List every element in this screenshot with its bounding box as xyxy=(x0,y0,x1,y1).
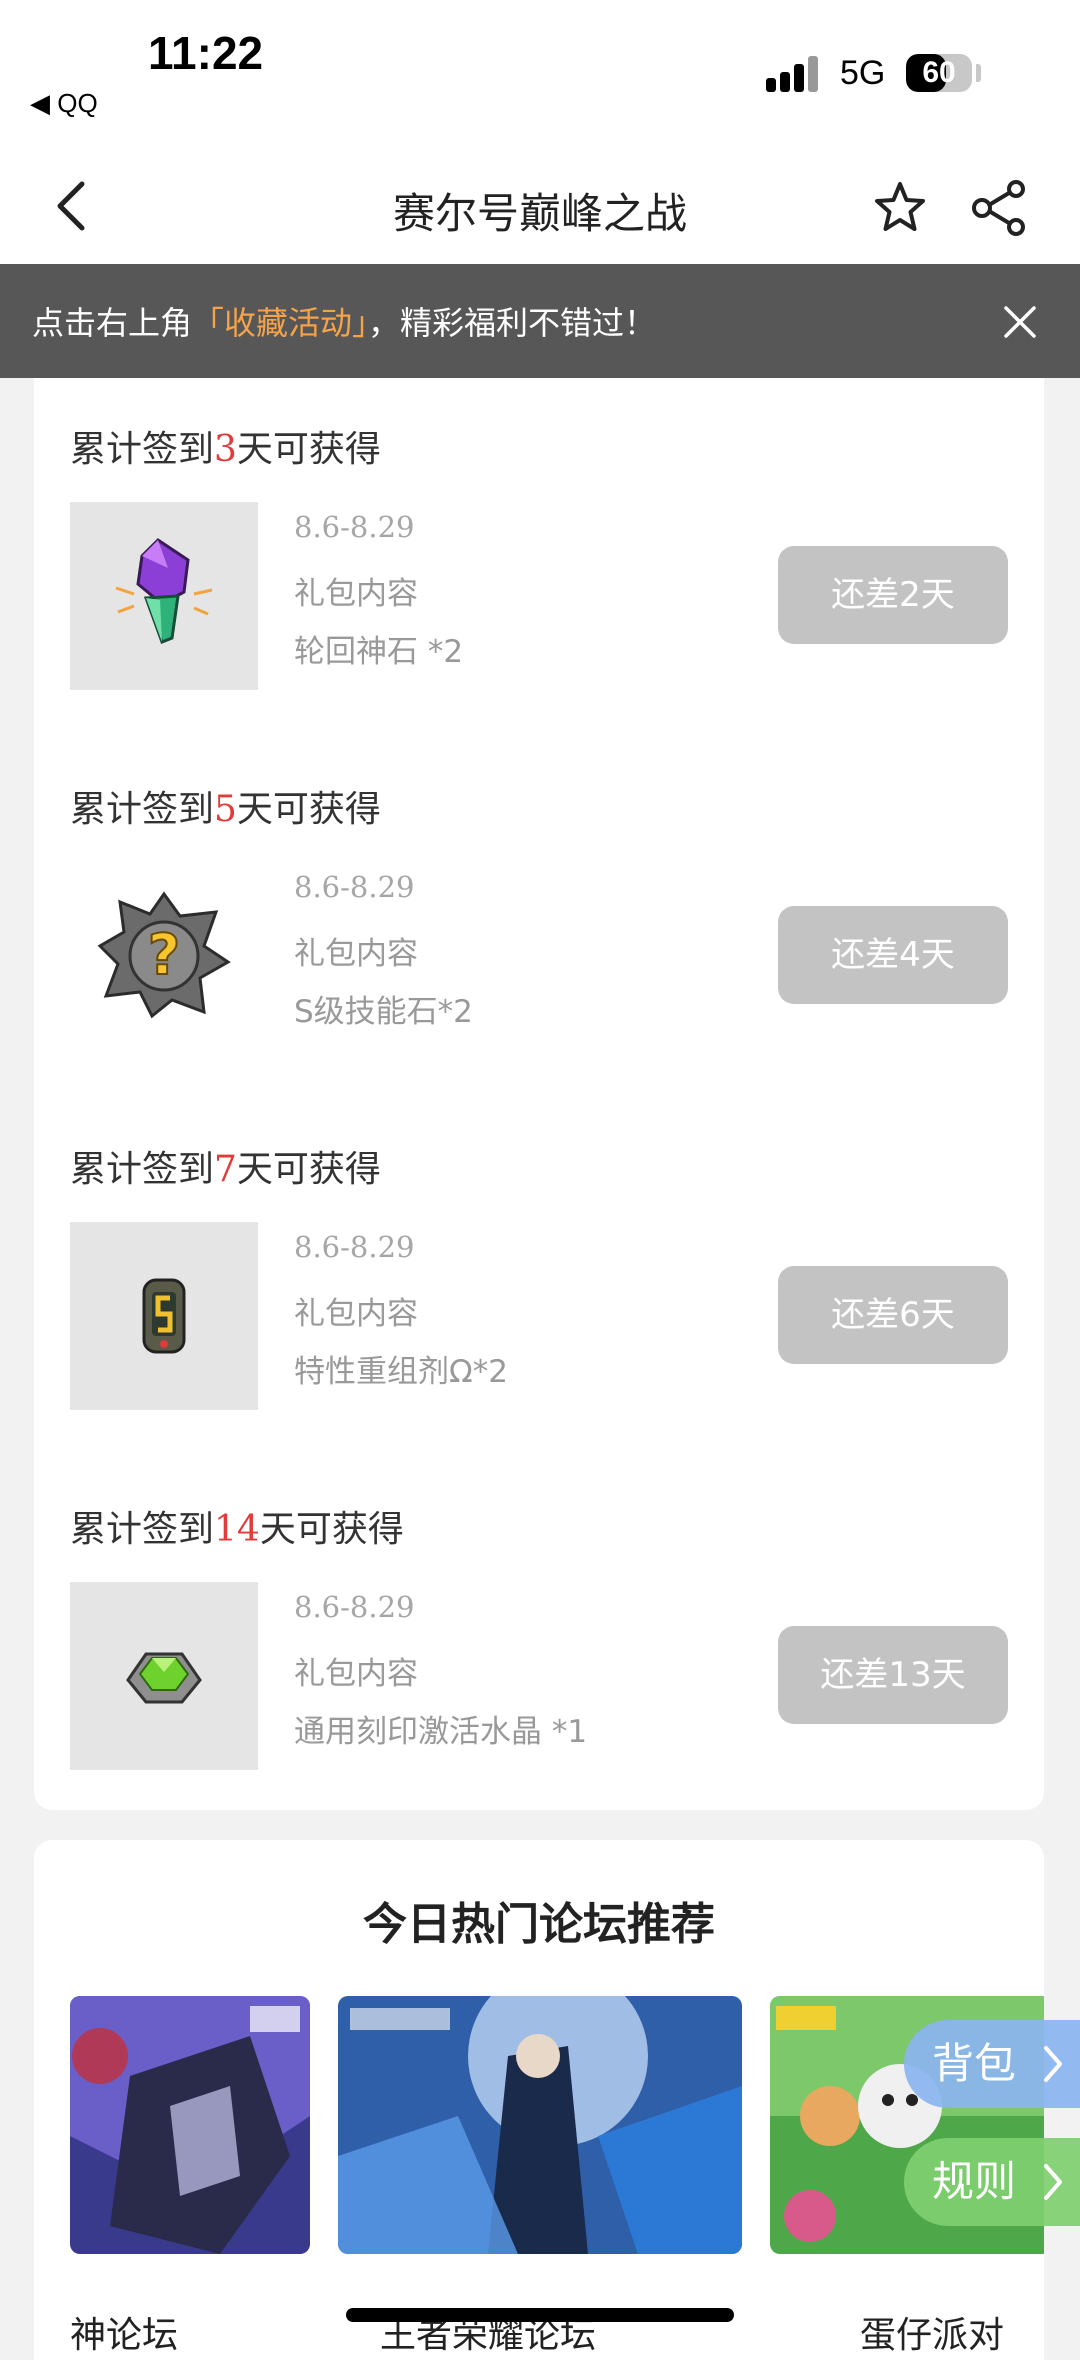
home-indicator[interactable] xyxy=(346,2308,734,2322)
mystery-skill-stone-icon: ? xyxy=(70,862,258,1050)
reward-title-prefix: 累计签到 xyxy=(70,1509,215,1550)
nav-bar: 赛尔号巅峰之战 xyxy=(0,140,1080,264)
reward-item: S级技能石*2 xyxy=(294,994,473,1030)
reward-days: 5 xyxy=(214,789,237,830)
bag-label: 背包 xyxy=(932,2039,1017,2088)
battery-tip xyxy=(976,64,981,82)
reward-title: 累计签到3天可获得 xyxy=(70,420,381,472)
reward-title-suffix: 天可获得 xyxy=(259,1509,404,1550)
reward-content-label: 礼包内容 xyxy=(294,936,418,972)
battery-level: 60 xyxy=(922,56,956,89)
reward-row: 累计签到7天可获得 8.6-8.29 礼包内容 特性重组剂Ω*2 还差6天 xyxy=(34,1098,1044,1458)
reward-item: 轮回神石 *2 xyxy=(294,634,464,670)
rules-float-button[interactable]: 规则 xyxy=(904,2138,1080,2226)
reward-title-prefix: 累计签到 xyxy=(70,1149,215,1190)
close-icon[interactable] xyxy=(1002,304,1038,340)
reward-row: 累计签到5天可获得 ? 8.6-8.29 礼包内容 S级技能石*2 还差4天 xyxy=(34,738,1044,1098)
reward-title: 累计签到14天可获得 xyxy=(70,1500,404,1552)
rules-label: 规则 xyxy=(932,2157,1017,2206)
forum-thumbnail[interactable] xyxy=(338,1996,742,2254)
banner-text: 点击右上角「收藏活动」，精彩福利不错过！ xyxy=(32,298,656,344)
star-icon[interactable] xyxy=(872,180,928,236)
reward-days: 14 xyxy=(214,1509,260,1550)
status-time: 11:22 xyxy=(148,27,264,79)
days-remaining-button[interactable]: 还差2天 xyxy=(778,546,1008,644)
reward-item: 通用刻印激活水晶 *1 xyxy=(294,1714,588,1750)
reward-title-suffix: 天可获得 xyxy=(236,1149,381,1190)
bag-float-button[interactable]: 背包 xyxy=(904,2020,1080,2108)
forum-name[interactable]: 神论坛 xyxy=(70,2306,178,2358)
purple-crystal-icon xyxy=(70,502,258,690)
forum-recommend-card: 今日热门论坛推荐 神论坛 王者荣耀论坛 蛋仔派对 xyxy=(34,1840,1044,2360)
reward-title-suffix: 天可获得 xyxy=(236,429,381,470)
reward-title-suffix: 天可获得 xyxy=(236,789,381,830)
svg-text:?: ? xyxy=(148,923,180,988)
reward-title: 累计签到7天可获得 xyxy=(70,1140,381,1192)
chevron-right-icon xyxy=(1044,2046,1062,2082)
signal-icon xyxy=(766,52,828,92)
banner-highlight: 「收藏活动」 xyxy=(192,304,369,342)
share-icon[interactable] xyxy=(970,180,1028,236)
reward-content-label: 礼包内容 xyxy=(294,576,418,612)
forum-name[interactable]: 蛋仔派对 xyxy=(860,2306,1004,2358)
reward-date: 8.6-8.29 xyxy=(294,1230,415,1264)
status-bar: 11:22 ◀ QQ 5G 60 xyxy=(0,0,1080,140)
reward-date: 8.6-8.29 xyxy=(294,870,415,904)
days-remaining-button[interactable]: 还差6天 xyxy=(778,1266,1008,1364)
reward-title-prefix: 累计签到 xyxy=(70,429,215,470)
reward-content-label: 礼包内容 xyxy=(294,1656,418,1692)
back-to-app-link[interactable]: ◀ QQ xyxy=(30,88,98,119)
chevron-right-icon xyxy=(1044,2164,1062,2200)
capsule-icon xyxy=(70,1222,258,1410)
reward-item: 特性重组剂Ω*2 xyxy=(294,1354,508,1390)
banner-text-after: ，精彩福利不错过！ xyxy=(368,304,657,342)
reward-days: 7 xyxy=(214,1149,237,1190)
reward-list-card: 累计签到3天可获得 8.6-8.29 礼包内容 轮回神石 *2 还差2天 累计签… xyxy=(34,378,1044,1810)
reward-date: 8.6-8.29 xyxy=(294,510,415,544)
days-remaining-button[interactable]: 还差4天 xyxy=(778,906,1008,1004)
reward-row: 累计签到14天可获得 8.6-8.29 礼包内容 通用刻印激活水晶 *1 还差1… xyxy=(34,1458,1044,1818)
green-gem-icon xyxy=(70,1582,258,1770)
reward-date: 8.6-8.29 xyxy=(294,1590,415,1624)
reward-days: 3 xyxy=(214,429,237,470)
reward-title-prefix: 累计签到 xyxy=(70,789,215,830)
battery-icon: 60 xyxy=(906,54,972,92)
network-type: 5G xyxy=(840,54,886,92)
reward-row: 累计签到3天可获得 8.6-8.29 礼包内容 轮回神石 *2 还差2天 xyxy=(34,378,1044,738)
days-remaining-button[interactable]: 还差13天 xyxy=(778,1626,1008,1724)
reward-title: 累计签到5天可获得 xyxy=(70,780,381,832)
banner-text-before: 点击右上角 xyxy=(32,304,193,342)
forum-heading: 今日热门论坛推荐 xyxy=(363,1899,715,1950)
favorite-tip-banner: 点击右上角「收藏活动」，精彩福利不错过！ xyxy=(0,264,1080,378)
reward-content-label: 礼包内容 xyxy=(294,1296,418,1332)
forum-thumbnail[interactable] xyxy=(70,1996,310,2254)
